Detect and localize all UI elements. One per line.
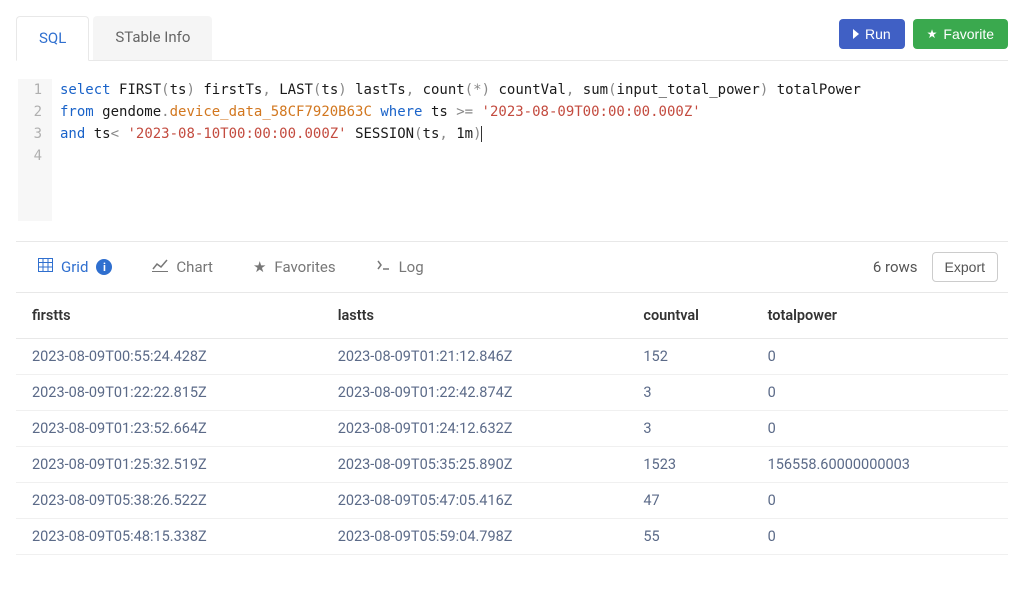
tab-log-label: Log bbox=[399, 258, 424, 276]
tab-grid[interactable]: Grid i bbox=[20, 248, 130, 286]
editor-tabs: SQL STable Info bbox=[16, 16, 216, 60]
run-button[interactable]: Run bbox=[839, 19, 905, 49]
tab-sql[interactable]: SQL bbox=[16, 16, 89, 61]
text-cursor bbox=[481, 126, 482, 142]
line-number: 1 bbox=[18, 79, 42, 101]
table-row[interactable]: 2023-08-09T00:55:24.428Z2023-08-09T01:21… bbox=[16, 339, 1008, 375]
cell-lastts: 2023-08-09T05:47:05.416Z bbox=[322, 483, 628, 519]
results-meta: 6 rows Export bbox=[873, 252, 1004, 282]
cell-countval: 47 bbox=[627, 483, 751, 519]
cell-countval: 55 bbox=[627, 519, 751, 555]
table-row[interactable]: 2023-08-09T05:48:15.338Z2023-08-09T05:59… bbox=[16, 519, 1008, 555]
sql-editor[interactable]: 1 2 3 4 select FIRST(ts) firstTs, LAST(t… bbox=[16, 61, 1008, 231]
export-button[interactable]: Export bbox=[932, 252, 998, 282]
cell-firstts: 2023-08-09T00:55:24.428Z bbox=[16, 339, 322, 375]
tab-chart-label: Chart bbox=[176, 258, 213, 276]
tab-favorites[interactable]: ★ Favorites bbox=[235, 248, 354, 286]
top-bar: SQL STable Info Run ★ Favorite bbox=[16, 16, 1008, 61]
tab-log[interactable]: Log bbox=[358, 248, 442, 286]
cell-firstts: 2023-08-09T01:25:32.519Z bbox=[16, 447, 322, 483]
table-header-row: firstts lastts countval totalpower bbox=[16, 293, 1008, 339]
info-icon: i bbox=[96, 259, 112, 275]
results-panel: Grid i Chart ★ Favorites L bbox=[16, 241, 1008, 555]
star-icon: ★ bbox=[927, 27, 938, 41]
line-number-gutter: 1 2 3 4 bbox=[18, 79, 52, 221]
cell-firstts: 2023-08-09T05:48:15.338Z bbox=[16, 519, 322, 555]
star-icon: ★ bbox=[253, 258, 266, 276]
cell-lastts: 2023-08-09T05:35:25.890Z bbox=[322, 447, 628, 483]
result-tabs: Grid i Chart ★ Favorites L bbox=[20, 248, 442, 286]
cell-totalpower: 0 bbox=[752, 483, 1008, 519]
col-firstts[interactable]: firstts bbox=[16, 293, 322, 339]
cell-totalpower: 0 bbox=[752, 375, 1008, 411]
cell-countval: 3 bbox=[627, 375, 751, 411]
chart-icon bbox=[152, 258, 168, 276]
results-tab-bar: Grid i Chart ★ Favorites L bbox=[16, 242, 1008, 293]
results-table: firstts lastts countval totalpower 2023-… bbox=[16, 293, 1008, 555]
code-area[interactable]: select FIRST(ts) firstTs, LAST(ts) lastT… bbox=[52, 79, 1006, 221]
table-row[interactable]: 2023-08-09T01:23:52.664Z2023-08-09T01:24… bbox=[16, 411, 1008, 447]
row-count-label: 6 rows bbox=[873, 258, 918, 276]
action-buttons: Run ★ Favorite bbox=[839, 19, 1008, 57]
table-row[interactable]: 2023-08-09T05:38:26.522Z2023-08-09T05:47… bbox=[16, 483, 1008, 519]
play-icon bbox=[853, 29, 859, 39]
cell-countval: 152 bbox=[627, 339, 751, 375]
table-row[interactable]: 2023-08-09T01:22:22.815Z2023-08-09T01:22… bbox=[16, 375, 1008, 411]
line-number: 4 bbox=[18, 145, 42, 167]
col-countval[interactable]: countval bbox=[627, 293, 751, 339]
cell-lastts: 2023-08-09T05:59:04.798Z bbox=[322, 519, 628, 555]
tab-favorites-label: Favorites bbox=[274, 258, 335, 276]
cell-firstts: 2023-08-09T01:22:22.815Z bbox=[16, 375, 322, 411]
cell-firstts: 2023-08-09T05:38:26.522Z bbox=[16, 483, 322, 519]
cell-totalpower: 0 bbox=[752, 411, 1008, 447]
cell-totalpower: 156558.60000000003 bbox=[752, 447, 1008, 483]
tab-stable-info[interactable]: STable Info bbox=[93, 16, 212, 60]
favorite-button[interactable]: ★ Favorite bbox=[913, 19, 1008, 49]
cell-countval: 3 bbox=[627, 411, 751, 447]
col-lastts[interactable]: lastts bbox=[322, 293, 628, 339]
cell-firstts: 2023-08-09T01:23:52.664Z bbox=[16, 411, 322, 447]
run-button-label: Run bbox=[865, 26, 891, 42]
cell-totalpower: 0 bbox=[752, 519, 1008, 555]
line-number: 3 bbox=[18, 123, 42, 145]
cell-lastts: 2023-08-09T01:24:12.632Z bbox=[322, 411, 628, 447]
table-row[interactable]: 2023-08-09T01:25:32.519Z2023-08-09T05:35… bbox=[16, 447, 1008, 483]
favorite-button-label: Favorite bbox=[943, 26, 994, 42]
tab-chart[interactable]: Chart bbox=[134, 248, 231, 286]
cell-lastts: 2023-08-09T01:21:12.846Z bbox=[322, 339, 628, 375]
log-icon bbox=[376, 258, 391, 276]
col-totalpower[interactable]: totalpower bbox=[752, 293, 1008, 339]
cell-totalpower: 0 bbox=[752, 339, 1008, 375]
cell-lastts: 2023-08-09T01:22:42.874Z bbox=[322, 375, 628, 411]
line-number: 2 bbox=[18, 101, 42, 123]
cell-countval: 1523 bbox=[627, 447, 751, 483]
grid-icon bbox=[38, 258, 53, 276]
tab-grid-label: Grid bbox=[61, 258, 88, 276]
